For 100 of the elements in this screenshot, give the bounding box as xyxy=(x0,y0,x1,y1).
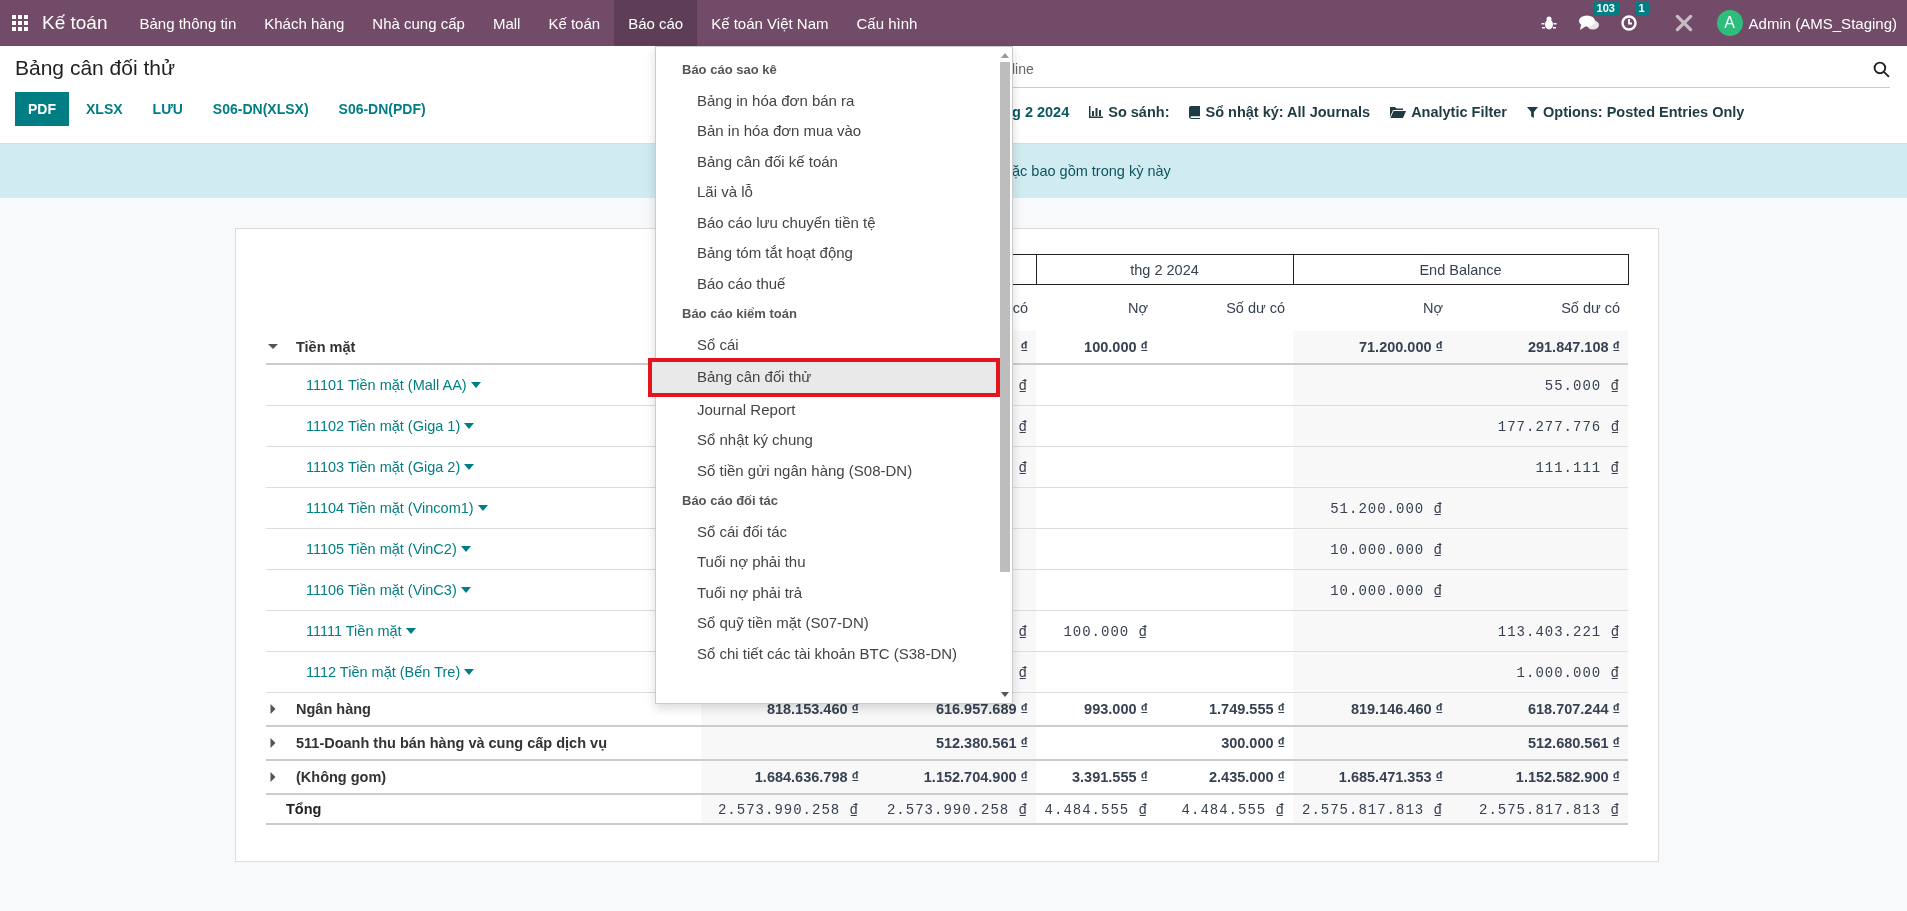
menu-item[interactable]: Journal Report xyxy=(656,394,998,425)
caret-icon[interactable] xyxy=(268,772,278,782)
clock-icon[interactable] xyxy=(1620,15,1637,31)
account-link[interactable]: 11104 Tiền mặt (Vincom1) xyxy=(266,500,488,516)
filter-button[interactable]: Options: Posted Entries Only xyxy=(1527,104,1745,120)
amount-cell: 512.680.561 ₫ xyxy=(1527,735,1621,751)
amount-cell: 3.391.555 ₫ xyxy=(1072,769,1148,785)
amount-cell: 2.573.990.258 ₫ xyxy=(717,801,859,818)
nav-menu-item[interactable]: Kế toán xyxy=(534,0,615,46)
menu-item[interactable]: Lãi và lỗ xyxy=(656,177,998,208)
export-button[interactable]: LƯU xyxy=(139,92,196,126)
amount-cell: 1.152.704.900 ₫ xyxy=(923,769,1028,785)
menu-item[interactable]: Bảng tóm tắt hoạt động xyxy=(656,238,998,269)
menu-item[interactable]: Tuổi nợ phải trả xyxy=(656,577,998,608)
account-link[interactable]: 11111 Tiền mặt xyxy=(266,623,416,639)
amount-cell: 2.435.000 ₫ xyxy=(1209,769,1285,785)
amount-cell: 100.000 ₫ xyxy=(1063,623,1148,640)
amount-cell: 1.684.636.798 ₫ xyxy=(754,769,859,785)
filter-button[interactable]: Sổ nhật ký: All Journals xyxy=(1189,104,1371,120)
amount-cell: 1.685.471.353 ₫ xyxy=(1338,769,1443,785)
menu-item[interactable]: Tuổi nợ phải thu xyxy=(656,547,998,578)
group-label[interactable]: (Không gom) xyxy=(296,769,387,785)
bug-icon[interactable] xyxy=(1540,15,1557,31)
nav-menu-item[interactable]: Khách hàng xyxy=(250,0,359,46)
search-field[interactable]: line xyxy=(1012,61,1873,77)
caret-icon[interactable] xyxy=(405,628,416,634)
export-button[interactable]: XLSX xyxy=(73,92,136,126)
chat-icon[interactable] xyxy=(1578,15,1599,31)
filter-button[interactable]: Analytic Filter xyxy=(1390,104,1507,120)
export-button[interactable]: S06-DN(PDF) xyxy=(325,92,439,126)
filter-button[interactable]: g 2 2024 xyxy=(1012,104,1070,120)
menu-item[interactable]: Sổ cái xyxy=(656,329,998,360)
nav-menu-item[interactable]: Mall xyxy=(478,0,535,46)
page-title: Bảng cân đối thử xyxy=(15,56,175,80)
amount-cell: 291.847.108 ₫ xyxy=(1527,339,1621,355)
export-button[interactable]: PDF xyxy=(15,92,69,126)
menu-item[interactable]: Bảng cân đối kế toán xyxy=(656,146,998,177)
amount-cell: ₫ xyxy=(1018,418,1028,435)
amount-cell: 2.573.990.258 ₫ xyxy=(886,801,1028,818)
menu-item[interactable]: Sổ nhật ký chung xyxy=(656,425,998,456)
amount-cell: ₫ xyxy=(1018,623,1028,640)
menu-item[interactable]: Báo cáo lưu chuyển tiền tệ xyxy=(656,207,998,238)
caret-icon[interactable] xyxy=(464,464,475,470)
menu-section-header: Báo cáo đối tác xyxy=(681,492,780,510)
amount-cell: 100.000 ₫ xyxy=(1084,339,1148,355)
caret-icon[interactable] xyxy=(460,587,471,593)
amount-cell: 177.277.776 ₫ xyxy=(1497,418,1621,435)
account-link[interactable]: 11106 Tiền mặt (VinC3) xyxy=(266,582,471,598)
menu-item[interactable]: Sổ quỹ tiền mặt (S07-DN) xyxy=(656,608,998,639)
account-link[interactable]: 11101 Tiền mặt (Mall AA) xyxy=(266,377,481,393)
amount-cell: ₫ xyxy=(1020,339,1028,355)
activity-count-badge: 1 xyxy=(1634,1,1649,15)
amount-cell: 10.000.000 ₫ xyxy=(1330,541,1443,558)
caret-icon[interactable] xyxy=(477,505,488,511)
book-icon xyxy=(1189,105,1201,119)
group-label[interactable]: 511-Doanh thu bán hàng và cung cấp dịch vụ xyxy=(296,735,607,751)
caret-icon[interactable] xyxy=(268,704,278,714)
menu-item[interactable]: Sổ cái đối tác xyxy=(656,516,998,547)
user-name[interactable]: Admin (AMS_Staging) xyxy=(1748,14,1897,32)
caret-icon[interactable] xyxy=(464,669,475,675)
group-label[interactable]: Ngân hàng xyxy=(296,701,371,717)
search-icon[interactable] xyxy=(1873,60,1890,78)
caret-icon[interactable] xyxy=(460,546,471,552)
caret-icon[interactable] xyxy=(268,738,278,748)
column-header: Số dư có xyxy=(1451,284,1629,331)
caret-icon[interactable] xyxy=(464,423,475,429)
account-link[interactable]: 1112 Tiền mặt (Bến Tre) xyxy=(266,664,475,680)
menu-section-header: Báo cáo sao kê xyxy=(681,61,778,79)
account-link[interactable]: 11103 Tiền mặt (Giga 2) xyxy=(266,459,475,475)
filter-icon xyxy=(1527,106,1538,118)
amount-cell: 4.484.555 ₫ xyxy=(1181,801,1285,818)
amount-cell: 1.000.000 ₫ xyxy=(1516,664,1621,681)
menu-item[interactable]: Bản in hóa đơn mua vào xyxy=(656,116,998,147)
nav-menu-item[interactable]: Kế toán Việt Nam xyxy=(697,0,843,46)
menu-item[interactable]: Sổ tiền gửi ngân hàng (S08-DN) xyxy=(656,455,998,486)
export-button[interactable]: S06-DN(XLSX) xyxy=(199,92,322,126)
filter-button[interactable]: So sánh: xyxy=(1089,104,1170,120)
menu-item[interactable]: Bảng in hóa đơn bán ra xyxy=(656,85,998,116)
column-header: Số dư có xyxy=(1156,284,1293,331)
amount-cell: 71.200.000 ₫ xyxy=(1358,339,1443,355)
account-link[interactable]: 11102 Tiền mặt (Giga 1) xyxy=(266,418,475,434)
menu-item[interactable]: Sổ chi tiết các tài khoản BTC (S38-DN) xyxy=(656,638,998,669)
nav-menu-item[interactable]: Báo cáo xyxy=(614,0,698,46)
folder-icon xyxy=(1390,106,1407,118)
amount-cell: 55.000 ₫ xyxy=(1544,377,1621,394)
column-group-header: End Balance xyxy=(1293,254,1629,285)
nav-menu-item[interactable]: Cấu hình xyxy=(842,0,932,46)
account-link[interactable]: 11105 Tiền mặt (VinC2) xyxy=(266,541,471,557)
amount-cell: ₫ xyxy=(1018,459,1028,476)
amount-cell: ₫ xyxy=(1018,377,1028,394)
scroll-up-icon[interactable] xyxy=(1001,53,1009,58)
app-name[interactable]: Kế toán xyxy=(42,12,108,34)
amount-cell: 616.957.689 ₫ xyxy=(935,701,1028,717)
caret-icon[interactable] xyxy=(470,382,481,388)
nav-menu-item[interactable]: Bảng thông tin xyxy=(125,0,251,46)
group-label[interactable]: Tiền mặt xyxy=(296,339,356,355)
nav-menu-item[interactable]: Nhà cung cấp xyxy=(358,0,479,46)
column-header: Nợ xyxy=(1036,284,1156,331)
apps-grid-icon[interactable] xyxy=(12,15,28,31)
caret-icon[interactable] xyxy=(268,342,278,352)
